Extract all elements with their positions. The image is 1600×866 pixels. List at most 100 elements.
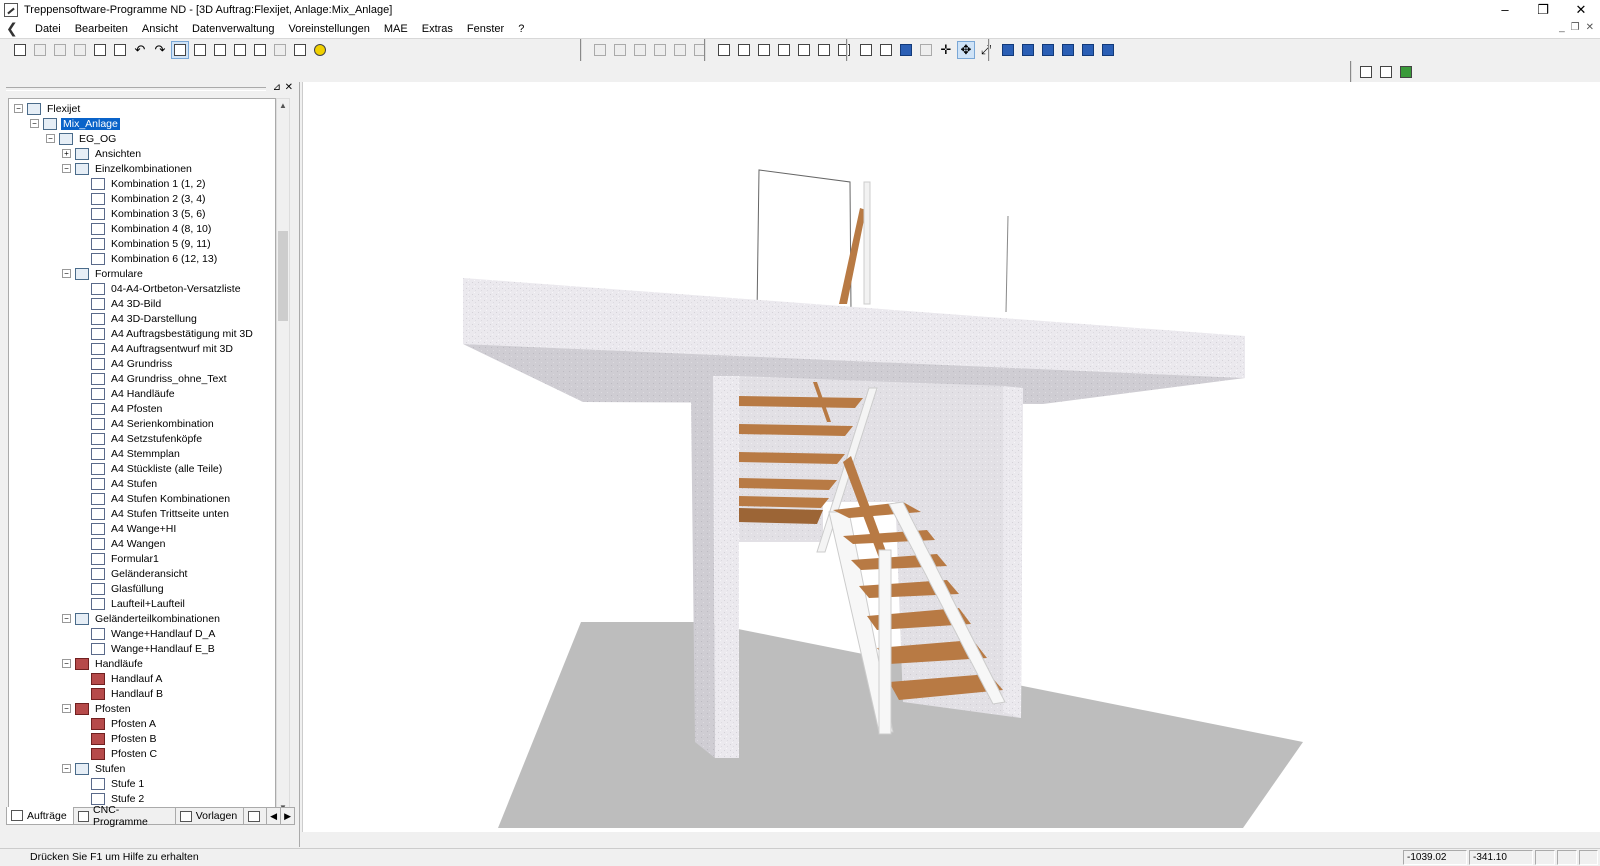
tree-node[interactable]: A4 3D-Darstellung — [91, 311, 199, 326]
layout-export-icon[interactable] — [795, 41, 813, 59]
extra-tool-1-icon[interactable] — [1357, 63, 1375, 81]
tree-node[interactable]: Pfosten B — [91, 731, 159, 746]
tree-node[interactable]: − Mix_Anlage — [30, 116, 120, 131]
view-front-icon[interactable] — [999, 41, 1017, 59]
menu-ansicht[interactable]: Ansicht — [135, 23, 185, 35]
menu-mae[interactable]: MAE — [377, 23, 415, 35]
layout-vertical-icon[interactable] — [755, 41, 773, 59]
tree-node[interactable]: Kombination 1 (1, 2) — [91, 176, 208, 191]
collapse-icon[interactable]: − — [14, 104, 23, 113]
tree-node[interactable]: Laufteil+Laufteil — [91, 596, 187, 611]
view-3d-shaded-icon[interactable] — [897, 41, 915, 59]
extra-tool-3-icon[interactable] — [1397, 63, 1415, 81]
print-preview-icon[interactable] — [111, 41, 129, 59]
tree-node[interactable]: A4 Grundriss_ohne_Text — [91, 371, 229, 386]
tree-node[interactable]: A4 Serienkombination — [91, 416, 216, 431]
tree-node[interactable]: Wange+Handlauf E_B — [91, 641, 217, 656]
tree-node[interactable]: 04-A4-Ortbeton-Versatzliste — [91, 281, 243, 296]
tree-node[interactable]: A4 Handläufe — [91, 386, 177, 401]
tree-node[interactable]: − Flexijet — [14, 101, 82, 116]
tree-node[interactable]: Kombination 4 (8, 10) — [91, 221, 213, 236]
tab-auftraege[interactable]: Aufträge — [6, 807, 74, 825]
view-window-icon[interactable] — [231, 41, 249, 59]
import-icon[interactable] — [271, 41, 289, 59]
back-arrow-icon[interactable]: ❮ — [6, 21, 22, 36]
tree-node[interactable]: Pfosten A — [91, 716, 158, 731]
rotate-icon[interactable]: ✥ — [957, 41, 975, 59]
new-icon[interactable] — [11, 41, 29, 59]
pan-icon[interactable]: ✛ — [937, 41, 955, 59]
tree-node[interactable]: A4 Wange+HI — [91, 521, 178, 536]
layout-horizontal-icon[interactable] — [735, 41, 753, 59]
collapse-icon[interactable]: − — [62, 164, 71, 173]
scroll-up-icon[interactable]: ▲ — [277, 99, 289, 113]
view-list-icon[interactable] — [191, 41, 209, 59]
tree-node[interactable]: A4 Wangen — [91, 536, 167, 551]
view-3d-transparent-icon[interactable] — [917, 41, 935, 59]
mdi-close-icon[interactable]: ✕ — [1586, 22, 1594, 33]
tree-node[interactable]: A4 Auftragsbestätigung mit 3D — [91, 326, 255, 341]
menu-datenverwaltung[interactable]: Datenverwaltung — [185, 23, 282, 35]
tree-node[interactable]: − Stufen — [62, 761, 127, 776]
panel-close-icon[interactable]: ✕ — [285, 82, 293, 93]
tree-view-icon[interactable] — [171, 41, 189, 59]
tree-node[interactable]: A4 Auftragsentwurf mit 3D — [91, 341, 235, 356]
view-back-icon[interactable] — [1019, 41, 1037, 59]
tree-node[interactable]: Kombination 6 (12, 13) — [91, 251, 219, 266]
redo-icon[interactable]: ↷ — [151, 41, 169, 59]
view-right-icon[interactable] — [1059, 41, 1077, 59]
tree-node[interactable]: A4 3D-Bild — [91, 296, 163, 311]
save-icon[interactable] — [31, 41, 49, 59]
tree-node[interactable]: − Einzelkombinationen — [62, 161, 194, 176]
close-button[interactable]: ✕ — [1562, 0, 1600, 20]
collapse-icon[interactable]: − — [46, 134, 55, 143]
menu-voreinstellungen[interactable]: Voreinstellungen — [282, 23, 377, 35]
tree-node[interactable]: A4 Stückliste (alle Teile) — [91, 461, 224, 476]
stair-tool-3-icon[interactable] — [631, 41, 649, 59]
tree-node[interactable]: − Formulare — [62, 266, 145, 281]
stair-tool-5-icon[interactable] — [671, 41, 689, 59]
tree-node[interactable]: Wange+Handlauf D_A — [91, 626, 217, 641]
panel-grip[interactable] — [6, 87, 266, 91]
tree-node[interactable]: A4 Grundriss — [91, 356, 174, 371]
collapse-icon[interactable]: − — [62, 764, 71, 773]
tree-node[interactable]: A4 Stufen Trittseite unten — [91, 506, 231, 521]
tree-node[interactable]: Glasfüllung — [91, 581, 166, 596]
project-tree[interactable]: − Flexijet − Mix_Anlage − EG_OG + Ansichten − Ein… — [8, 98, 276, 816]
view-left-icon[interactable] — [1039, 41, 1057, 59]
tree-node[interactable]: A4 Stufen — [91, 476, 159, 491]
tree-node[interactable]: Handlauf B — [91, 686, 165, 701]
collapse-icon[interactable]: − — [62, 614, 71, 623]
maximize-button[interactable]: ❐ — [1524, 0, 1562, 20]
properties-icon[interactable] — [291, 41, 309, 59]
view-detail-icon[interactable] — [211, 41, 229, 59]
scroll-thumb[interactable] — [278, 231, 288, 321]
tree-node[interactable]: Handlauf A — [91, 671, 164, 686]
collapse-icon[interactable]: − — [62, 659, 71, 668]
view-iso-icon[interactable] — [1099, 41, 1117, 59]
stair-tool-4-icon[interactable] — [651, 41, 669, 59]
layout-cascade-icon[interactable] — [715, 41, 733, 59]
tree-node[interactable]: + Ansichten — [62, 146, 143, 161]
collapse-icon[interactable]: − — [62, 704, 71, 713]
tree-node[interactable]: Formular1 — [91, 551, 161, 566]
tree-node[interactable]: A4 Pfosten — [91, 401, 164, 416]
menu-bearbeiten[interactable]: Bearbeiten — [68, 23, 135, 35]
menu-fenster[interactable]: Fenster — [460, 23, 511, 35]
view-3d-box-icon[interactable] — [877, 41, 895, 59]
tree-node[interactable]: Geländeransicht — [91, 566, 189, 581]
mdi-minimize-icon[interactable]: _ — [1559, 22, 1565, 33]
menu-datei[interactable]: Datei — [28, 23, 68, 35]
mdi-restore-icon[interactable]: ❐ — [1571, 22, 1580, 33]
print-icon[interactable] — [91, 41, 109, 59]
tree-node[interactable]: A4 Stemmplan — [91, 446, 182, 461]
view-top-icon[interactable] — [1079, 41, 1097, 59]
tree-node[interactable]: Kombination 3 (5, 6) — [91, 206, 208, 221]
tree-node[interactable]: A4 Stufen Kombinationen — [91, 491, 232, 506]
tab-cnc-programme[interactable]: CNC-Programme — [72, 804, 176, 828]
stair-tool-1-icon[interactable] — [591, 41, 609, 59]
extra-tool-2-icon[interactable] — [1377, 63, 1395, 81]
menu-help[interactable]: ? — [511, 23, 531, 35]
tree-node[interactable]: Pfosten C — [91, 746, 159, 761]
collapse-icon[interactable]: − — [30, 119, 39, 128]
